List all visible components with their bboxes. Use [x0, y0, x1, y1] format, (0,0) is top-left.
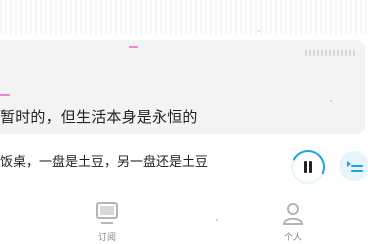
card-indicator	[305, 50, 355, 56]
play-pause-button[interactable]	[286, 145, 330, 189]
person-icon	[282, 203, 304, 225]
pause-icon	[303, 161, 313, 173]
decorative-speck	[216, 219, 218, 221]
top-image-strip	[0, 0, 368, 34]
bottom-tab-bar: 订阅 个人	[0, 192, 368, 244]
card-title: 暂时的，但生活本身是永恒的	[0, 108, 198, 126]
decorative-mark	[0, 94, 10, 96]
decorative-mark	[129, 46, 138, 48]
playlist-icon	[347, 160, 363, 172]
tv-icon	[96, 202, 118, 224]
tab-me-label: 个人	[283, 233, 302, 243]
tab-subscribe[interactable]: 订阅	[77, 200, 137, 243]
app-screen: 暂时的，但生活本身是永恒的 饭桌，一盘是土豆，另一盘还是土豆 订阅 个人	[0, 0, 368, 244]
playlist-button[interactable]	[339, 151, 368, 181]
now-playing-title[interactable]: 饭桌，一盘是土豆，另一盘还是土豆	[0, 151, 208, 170]
decorative-speck	[258, 30, 260, 32]
tab-me[interactable]: 个人	[263, 200, 323, 243]
decorative-speck	[330, 100, 332, 102]
tab-subscribe-label: 订阅	[97, 233, 116, 243]
